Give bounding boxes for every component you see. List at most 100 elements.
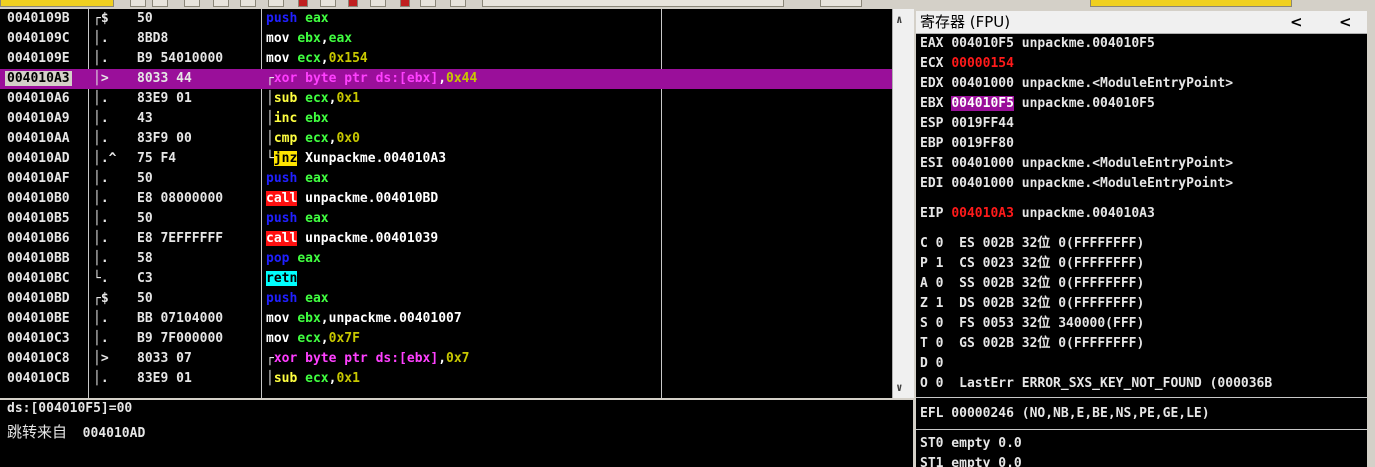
toolbar-button-group[interactable]	[1090, 0, 1292, 7]
operand: eax	[305, 11, 329, 26]
disasm-row[interactable]: 004010B6 │. E8 7EFFFFFF call unpackme.00401…	[0, 229, 892, 249]
disasm-hex-bytes: 8033 07	[137, 351, 192, 366]
register-efl[interactable]: EFL 00000246 (NO,NB,E,BE,NS,PE,GE,LE)	[920, 404, 1210, 424]
toolbar-button[interactable]	[820, 0, 862, 7]
disasm-row[interactable]: 0040109B ┌$ 50 push eax	[0, 9, 892, 29]
toolbar-button[interactable]	[213, 0, 229, 7]
toolbar-button[interactable]	[268, 0, 284, 7]
register-ecx[interactable]: ECX 00000154	[920, 54, 1014, 74]
flag-line[interactable]: A 0 SS 002B 32位 0(FFFFFFFF)	[920, 274, 1144, 294]
scroll-down-icon[interactable]: ∨	[896, 381, 903, 394]
disassembly-scrollbar[interactable]: ∧ ∨	[892, 9, 914, 398]
disasm-hex-bytes: B9 7F000000	[137, 331, 224, 346]
flag-line[interactable]: D 0	[920, 354, 943, 374]
flag-line[interactable]: S 0 FS 0053 32位 340000(FFF)	[920, 314, 1144, 334]
toolbar-button[interactable]	[298, 0, 308, 7]
register-name: EBX	[920, 96, 944, 111]
register-comment: unpackme.004010F5	[1021, 96, 1155, 111]
disasm-row[interactable]: 004010BC └. C3 retn	[0, 269, 892, 289]
window-edge	[1367, 11, 1375, 467]
disasm-instruction: │cmp ecx,0x0	[266, 129, 360, 149]
disasm-hex-bytes: BB 07104000	[137, 311, 224, 326]
disasm-hex-bytes: 50	[137, 171, 153, 186]
operand: ecx	[305, 91, 329, 106]
disasm-row[interactable]: 004010B5 │. 50 push eax	[0, 209, 892, 229]
disasm-row[interactable]: 0040109C │. 8BD8 mov ebx,eax	[0, 29, 892, 49]
register-esp[interactable]: ESP 0019FF44	[920, 114, 1014, 134]
disasm-row[interactable]: 004010AA │. 83F9 00 │cmp ecx,0x0	[0, 129, 892, 149]
flag-line[interactable]: O 0 LastErr ERROR_SXS_KEY_NOT_FOUND (000…	[920, 374, 1272, 394]
disasm-hex-bytes: 50	[137, 11, 153, 26]
register-comment: unpackme.<ModuleEntryPoint>	[1021, 76, 1234, 91]
toolbar-button[interactable]	[348, 0, 358, 7]
flag-line[interactable]: P 1 CS 0023 32位 0(FFFFFFFF)	[920, 254, 1144, 274]
disasm-row[interactable]: 004010BD ┌$ 50 push eax	[0, 289, 892, 309]
disasm-instruction: push eax	[266, 9, 329, 29]
register-value: 004010F5	[951, 36, 1014, 51]
register-eip[interactable]: EIP 004010A3 unpackme.004010A3	[920, 204, 1155, 224]
register-ebp[interactable]: EBP 0019FF80	[920, 134, 1014, 154]
disasm-row[interactable]: 004010CB │. 83E9 01 │sub ecx,0x1	[0, 369, 892, 389]
disasm-instruction: call unpackme.004010BD	[266, 189, 438, 209]
disasm-row[interactable]: 004010AF │. 50 push eax	[0, 169, 892, 189]
register-edx[interactable]: EDX 00401000 unpackme.<ModuleEntryPoint>	[920, 74, 1233, 94]
toolbar-button-group[interactable]	[482, 0, 784, 7]
disasm-row[interactable]: 004010BB │. 58 pop eax	[0, 249, 892, 269]
registers-prev-button[interactable]: <	[1290, 11, 1303, 33]
register-name: ESP	[920, 116, 944, 131]
disasm-row[interactable]: 004010A3 │> 8033 44 ┌xor byte ptr ds:[ebx],…	[0, 69, 892, 89]
disasm-row[interactable]: 004010B0 │. E8 08000000 call unpackme.00401…	[0, 189, 892, 209]
toolbar-button[interactable]	[450, 0, 466, 7]
operand: eax	[305, 171, 329, 186]
register-st0[interactable]: ST0 empty 0.0	[920, 434, 1022, 454]
disassembly-pane[interactable]: 0040109B ┌$ 50 push eax 0040109C │. 8BD8 mov eb…	[0, 9, 892, 398]
toolbar-button[interactable]	[400, 0, 410, 7]
scroll-up-icon[interactable]: ∧	[896, 13, 903, 26]
toolbar-button[interactable]	[130, 0, 146, 7]
disasm-row[interactable]: 0040109E │. B9 54010000 mov ecx,0x154	[0, 49, 892, 69]
disasm-row[interactable]: 004010C8 │> 8033 07 ┌xor byte ptr ds:[ebx],…	[0, 349, 892, 369]
flag-line[interactable]: Z 1 DS 002B 32位 0(FFFFFFFF)	[920, 294, 1144, 314]
registers-next-button[interactable]: <	[1339, 11, 1352, 33]
toolbar-button[interactable]	[0, 0, 114, 7]
toolbar-button[interactable]	[320, 0, 336, 7]
disasm-hex-bytes: E8 08000000	[137, 191, 224, 206]
loop-bracket: │	[266, 111, 274, 126]
registers-title[interactable]: 寄存器 (FPU)	[920, 11, 1010, 33]
register-eax[interactable]: EAX 004010F5 unpackme.004010F5	[920, 34, 1155, 54]
operand: eax	[305, 211, 329, 226]
toolbar-button[interactable]	[240, 0, 256, 7]
disasm-address: 0040109E	[7, 51, 70, 66]
operand: unpackme.00401007	[328, 311, 462, 326]
register-ebx[interactable]: EBX 004010F5 unpackme.004010F5	[920, 94, 1155, 114]
toolbar-button[interactable]	[370, 0, 386, 7]
flow-marker: └.	[93, 271, 109, 286]
operand: eax	[305, 291, 329, 306]
operand: ,	[320, 31, 329, 46]
toolbar-button[interactable]	[420, 0, 436, 7]
mnemonic: xor	[273, 351, 298, 366]
flag-line[interactable]: T 0 GS 002B 32位 0(FFFFFFFF)	[920, 334, 1144, 354]
operand: ebx	[297, 311, 321, 326]
disasm-row[interactable]: 004010A9 │. 43 │inc ebx	[0, 109, 892, 129]
flow-marker: │.	[93, 371, 109, 386]
disasm-hex-bytes: 50	[137, 211, 153, 226]
disasm-address: 004010B0	[7, 191, 70, 206]
flag-line[interactable]: C 0 ES 002B 32位 0(FFFFFFFF)	[920, 234, 1144, 254]
flow-marker: │.^	[93, 151, 117, 166]
register-esi[interactable]: ESI 00401000 unpackme.<ModuleEntryPoint>	[920, 154, 1233, 174]
register-edi[interactable]: EDI 00401000 unpackme.<ModuleEntryPoint>	[920, 174, 1233, 194]
mnemonic: sub	[273, 371, 298, 386]
register-st1[interactable]: ST1 empty 0.0	[920, 454, 1022, 467]
disasm-row[interactable]: 004010AD │.^ 75 F4 └jnz Xunpackme.004010A3	[0, 149, 892, 169]
disasm-row[interactable]: 004010BE │. BB 07104000 mov ebx,unpackme.00…	[0, 309, 892, 329]
disasm-row[interactable]: 004010C3 │. B9 7F000000 mov ecx,0x7F	[0, 329, 892, 349]
toolbar-button[interactable]	[152, 0, 168, 7]
toolbar-button[interactable]	[184, 0, 200, 7]
register-name: EDI	[920, 176, 944, 191]
mnemonic: mov	[266, 311, 290, 326]
operand: ebx	[305, 111, 329, 126]
registers-pane[interactable]: EAX 004010F5 unpackme.004010F5 ECX 00000…	[916, 34, 1367, 467]
operand: ,	[438, 71, 447, 86]
disasm-row[interactable]: 004010A6 │. 83E9 01 │sub ecx,0x1	[0, 89, 892, 109]
